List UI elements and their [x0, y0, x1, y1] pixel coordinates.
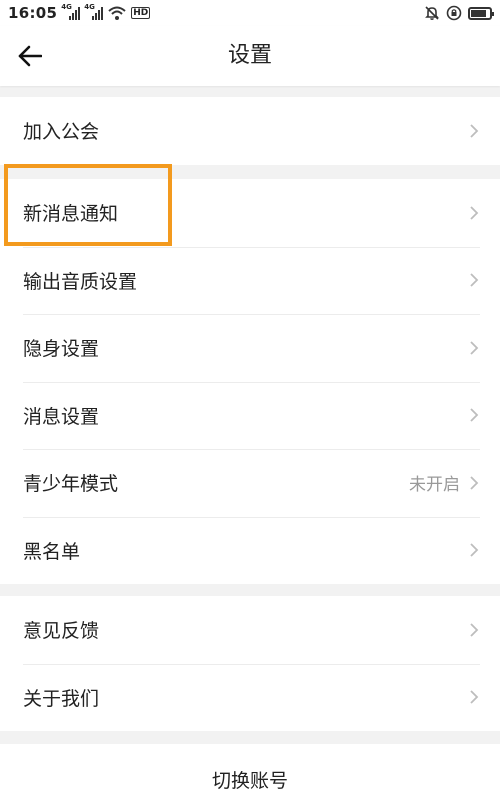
- signal-tag-2: 4G: [84, 3, 95, 11]
- row-right: 未开启: [409, 470, 480, 495]
- row-right: [468, 123, 480, 139]
- row-right: [468, 622, 480, 638]
- settings-row-blacklist[interactable]: 黑名单: [0, 516, 500, 585]
- settings-group-3: 意见反馈 关于我们: [0, 596, 500, 731]
- chevron-right-icon: [470, 543, 479, 557]
- switch-account-button[interactable]: 切换账号: [0, 744, 500, 800]
- back-button[interactable]: [18, 40, 58, 72]
- settings-row-message-settings[interactable]: 消息设置: [0, 381, 500, 450]
- chevron-right-icon: [470, 623, 479, 637]
- wifi-icon: [108, 6, 126, 20]
- signal-tag: 4G: [61, 3, 72, 11]
- signal-icon: 4G: [61, 3, 81, 20]
- status-bar: 16:05 4G 4G HD: [0, 0, 500, 26]
- row-label: 黑名单: [23, 540, 81, 563]
- row-right: [468, 340, 480, 356]
- chevron-right-icon: [470, 206, 479, 220]
- nav-bar: 设置: [0, 26, 500, 86]
- chevron-right-icon: [470, 124, 479, 138]
- chevron-right-icon: [470, 408, 479, 422]
- status-time: 16:05: [8, 4, 58, 22]
- row-right: [468, 689, 480, 705]
- row-label: 加入公会: [23, 121, 100, 144]
- signal-icon-2: 4G: [84, 3, 104, 20]
- settings-row-invisible[interactable]: 隐身设置: [0, 314, 500, 382]
- arrow-left-icon: [18, 45, 42, 67]
- row-right: [468, 407, 480, 423]
- row-label: 消息设置: [23, 405, 100, 428]
- settings-row-audio-quality[interactable]: 输出音质设置: [0, 246, 500, 315]
- row-label: 输出音质设置: [23, 270, 138, 293]
- chevron-right-icon: [470, 690, 479, 704]
- row-right: [468, 205, 480, 221]
- settings-group-1: 加入公会: [0, 97, 500, 165]
- chevron-right-icon: [470, 341, 479, 355]
- chevron-right-icon: [470, 476, 479, 490]
- row-label: 隐身设置: [23, 338, 100, 361]
- row-label: 新消息通知: [23, 203, 119, 226]
- row-right: [468, 542, 480, 558]
- row-label: 意见反馈: [23, 620, 100, 643]
- page-title: 设置: [227, 43, 272, 68]
- settings-row-feedback[interactable]: 意见反馈: [0, 596, 500, 664]
- chevron-right-icon: [470, 273, 479, 287]
- bell-off-icon: [425, 6, 439, 20]
- battery-icon: [468, 6, 494, 20]
- row-label: 关于我们: [23, 687, 100, 710]
- teen-mode-status: 未开启: [409, 475, 460, 496]
- settings-row-teen-mode[interactable]: 青少年模式 未开启: [0, 449, 500, 517]
- settings-row-new-message-notification[interactable]: 新消息通知: [0, 179, 500, 247]
- settings-row-join-guild[interactable]: 加入公会: [0, 97, 500, 165]
- hd-badge: HD: [131, 7, 151, 19]
- row-label: 青少年模式: [23, 473, 119, 496]
- settings-row-about-us[interactable]: 关于我们: [0, 663, 500, 732]
- row-right: [468, 272, 480, 288]
- lock-rotation-icon: [446, 5, 462, 21]
- settings-group-2: 新消息通知 输出音质设置 隐身设置 消息设置 青少年模式 未开启 黑名单: [0, 179, 500, 584]
- status-right: [424, 5, 494, 21]
- status-left: 16:05 4G 4G HD: [8, 3, 151, 22]
